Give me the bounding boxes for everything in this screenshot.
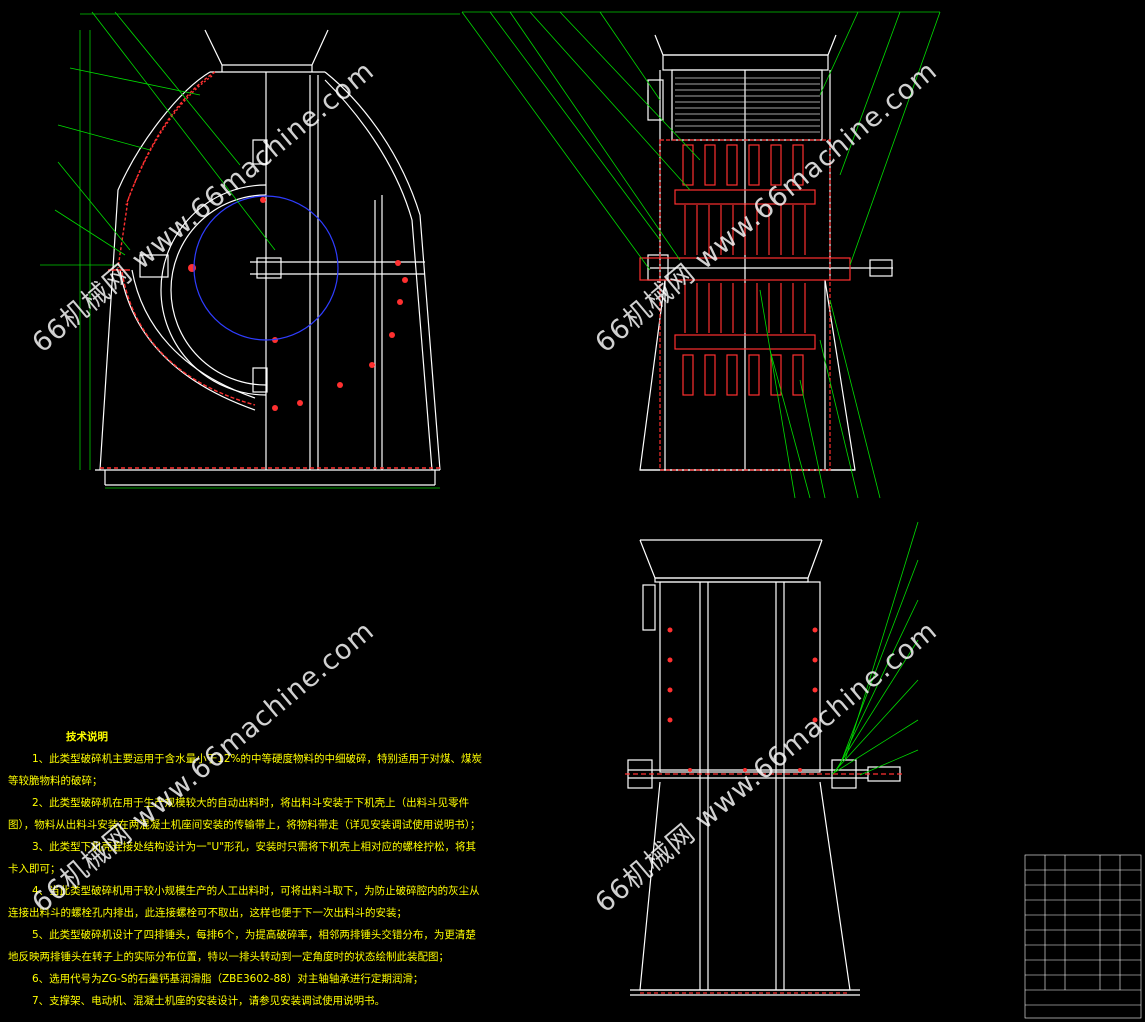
note-line: 6、选用代号为ZG-S的石墨钙基润滑脂（ZBE3602-88）对主轴轴承进行定期… [32,973,424,985]
note-line: 7、支撑架、电动机、混凝土机座的安装设计，请参见安装调试使用说明书。 [32,995,386,1007]
note-line: 2、此类型破碎机在用于生产规模较大的自动出料时，将出料斗安装于下机壳上（出料斗见… [8,797,481,831]
note-line: 1、此类型破碎机主要运用于含水量小于12%的中等硬度物料的中细破碎，特别适用于对… [8,753,483,787]
note-line: 5、此类型破碎机设计了四排锤头，每排6个，为提高破碎率，相邻两排锤头交错分布，为… [8,929,476,963]
